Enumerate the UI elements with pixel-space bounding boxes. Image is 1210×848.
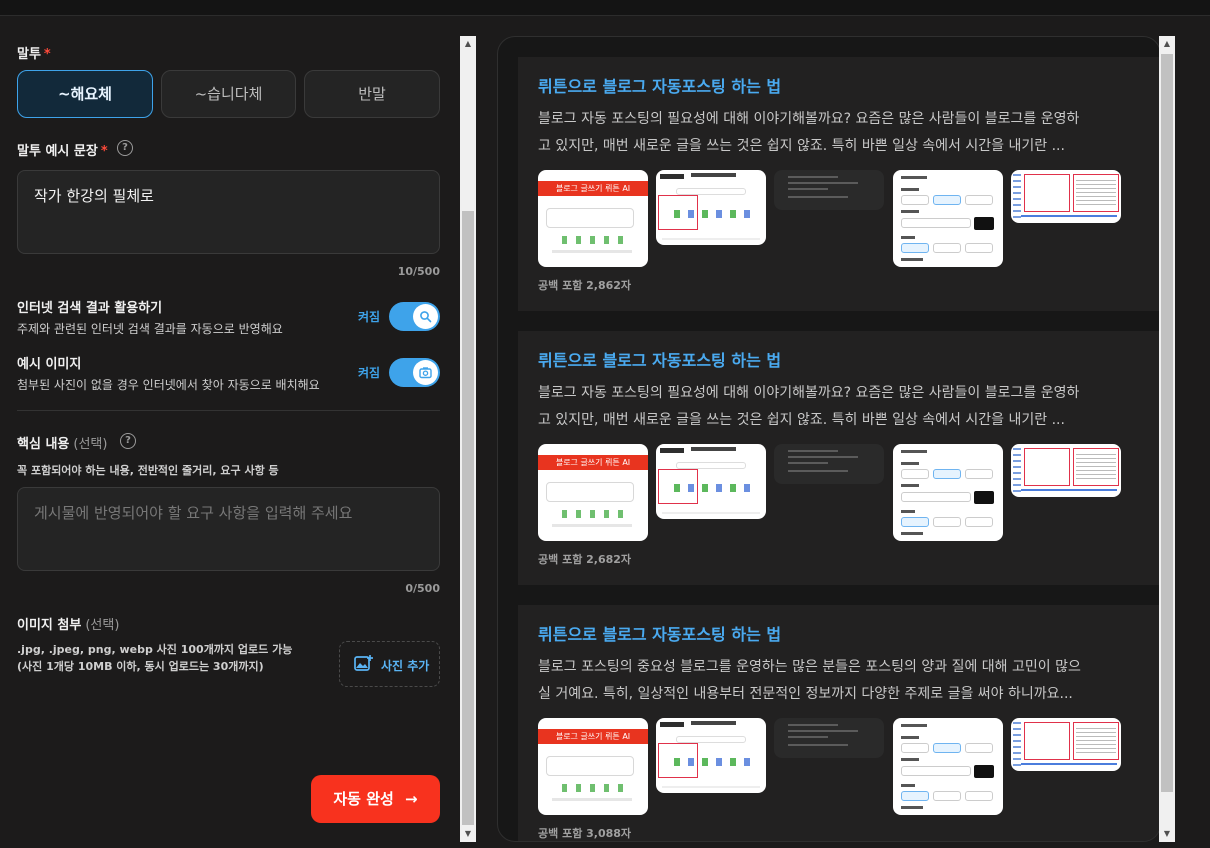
- results-panel: 뤼튼으로 블로그 자동포스팅 하는 법 블로그 자동 포스팅의 필요성에 대해 …: [497, 36, 1161, 842]
- result-desc-line1: 블로그 자동 포스팅의 필요성에 대해 이야기해볼까요? 요즘은 많은 사람들이…: [538, 385, 1080, 401]
- thumbnail-banner: 블로그 글쓰기 뤼튼 AI: [538, 181, 648, 196]
- result-thumbnail[interactable]: [1011, 718, 1121, 771]
- result-char-count: 공백 포함 2,862자: [538, 279, 632, 292]
- key-content-counter: 0/500: [405, 582, 440, 595]
- result-desc-line2: 고 있지만, 매번 새로운 글을 쓰는 것은 쉽지 않죠. 특히 바쁜 일상 속…: [538, 412, 1065, 428]
- result-thumbnail[interactable]: [1011, 444, 1121, 497]
- top-bar: [0, 0, 1210, 16]
- internet-search-toggle[interactable]: [389, 302, 440, 331]
- results-scrollbar[interactable]: ▲ ▼: [1159, 36, 1175, 842]
- key-content-hint: 꼭 포함되어야 하는 내용, 전반적인 줄거리, 요구 사항 등: [17, 464, 279, 477]
- result-char-count: 공백 포함 3,088자: [538, 827, 632, 840]
- tone-example-input[interactable]: 작가 한강의 필체로: [17, 170, 440, 254]
- result-thumbnail[interactable]: [893, 444, 1003, 541]
- result-thumbnail[interactable]: [774, 444, 884, 484]
- result-thumbnail[interactable]: [656, 170, 766, 245]
- result-card[interactable]: 뤼튼으로 블로그 자동포스팅 하는 법 블로그 포스팅의 중요성 블로그를 운영…: [518, 605, 1160, 841]
- search-icon: [420, 311, 432, 323]
- result-thumbnail[interactable]: [774, 718, 884, 758]
- image-plus-icon: [354, 655, 373, 671]
- result-title[interactable]: 뤼튼으로 블로그 자동포스팅 하는 법: [538, 621, 781, 645]
- scrollbar-thumb[interactable]: [462, 211, 474, 825]
- tone-label: 말투 *: [17, 47, 51, 62]
- key-content-input[interactable]: 게시물에 반영되어야 할 요구 사항을 입력해 주세요: [17, 487, 440, 571]
- image-attach-description: .jpg, .jpeg, png, webp 사진 100개까지 업로드 가능 …: [17, 641, 292, 675]
- result-thumbnail[interactable]: [774, 170, 884, 210]
- result-desc-line2: 실 거예요. 특히, 일상적인 내용부터 전문적인 정보까지 다양한 주제로 글…: [538, 686, 1073, 702]
- submit-label: 자동 완성: [333, 790, 394, 808]
- auto-complete-button[interactable]: 자동 완성 →: [311, 775, 440, 823]
- result-card[interactable]: 뤼튼으로 블로그 자동포스팅 하는 법 블로그 자동 포스팅의 필요성에 대해 …: [518, 57, 1160, 311]
- form-scrollbar[interactable]: ▲ ▼: [460, 36, 476, 842]
- thumbnail-banner: 블로그 글쓰기 뤼튼 AI: [538, 729, 648, 744]
- scroll-up-arrow-icon[interactable]: ▲: [460, 36, 476, 52]
- result-thumbnail[interactable]: [656, 444, 766, 519]
- thumbnail-banner: 블로그 글쓰기 뤼튼 AI: [538, 455, 648, 470]
- tone-option-banmal[interactable]: 반말: [304, 70, 440, 118]
- example-image-title: 예시 이미지: [17, 357, 82, 372]
- result-description: 블로그 자동 포스팅의 필요성에 대해 이야기해볼까요? 요즘은 많은 사람들이…: [538, 380, 1138, 434]
- result-card[interactable]: 뤼튼으로 블로그 자동포스팅 하는 법 블로그 자동 포스팅의 필요성에 대해 …: [518, 331, 1160, 585]
- toggle-knob: [413, 304, 438, 329]
- image-attach-desc-line1: .jpg, .jpeg, png, webp 사진 100개까지 업로드 가능: [17, 643, 293, 656]
- add-photo-label: 사진 추가: [381, 659, 430, 673]
- question-circle-icon[interactable]: ?: [120, 433, 136, 449]
- settings-form: 말투 * ~해요체 ~습니다체 반말 말투 예시 문장 * ? 작가 한강의 필체로…: [0, 16, 458, 848]
- result-desc-line1: 블로그 포스팅의 중요성 블로그를 운영하는 많은 분들은 포스팅의 양과 질에…: [538, 659, 1081, 675]
- result-title[interactable]: 뤼튼으로 블로그 자동포스팅 하는 법: [538, 73, 781, 97]
- result-thumbnail[interactable]: [1011, 170, 1121, 223]
- image-attach-desc-line2: (사진 1개당 10MB 이하, 동시 업로드는 30개까지): [17, 660, 264, 673]
- scroll-down-arrow-icon[interactable]: ▼: [1159, 826, 1175, 842]
- camera-icon: [419, 367, 432, 379]
- example-image-toggle[interactable]: [389, 358, 440, 387]
- scroll-down-arrow-icon[interactable]: ▼: [460, 826, 476, 842]
- result-thumbnail[interactable]: 블로그 글쓰기 뤼튼 AI: [538, 444, 648, 541]
- question-circle-icon[interactable]: ?: [117, 140, 133, 156]
- key-content-label: 핵심 내용 (선택): [17, 437, 108, 452]
- tone-example-counter: 10/500: [397, 265, 440, 278]
- example-image-description: 첨부된 사진이 없을 경우 인터넷에서 찾아 자동으로 배치해요: [17, 378, 320, 392]
- example-image-state: 켜짐: [358, 366, 381, 380]
- add-photo-button[interactable]: 사진 추가: [339, 641, 440, 687]
- image-attach-label: 이미지 첨부 (선택): [17, 618, 120, 633]
- result-description: 블로그 포스팅의 중요성 블로그를 운영하는 많은 분들은 포스팅의 양과 질에…: [538, 654, 1138, 708]
- result-thumbnail[interactable]: 블로그 글쓰기 뤼튼 AI: [538, 718, 648, 815]
- result-thumbnail[interactable]: 블로그 글쓰기 뤼튼 AI: [538, 170, 648, 267]
- scroll-up-arrow-icon[interactable]: ▲: [1159, 36, 1175, 52]
- internet-search-description: 주제와 관련된 인터넷 검색 결과를 자동으로 반영해요: [17, 322, 283, 336]
- internet-search-state: 켜짐: [358, 310, 381, 324]
- scrollbar-thumb[interactable]: [1161, 54, 1173, 792]
- tone-option-haeyo[interactable]: ~해요체: [17, 70, 153, 118]
- result-desc-line2: 고 있지만, 매번 새로운 글을 쓰는 것은 쉽지 않죠. 특히 바쁜 일상 속…: [538, 138, 1065, 154]
- result-title[interactable]: 뤼튼으로 블로그 자동포스팅 하는 법: [538, 347, 781, 371]
- internet-search-title: 인터넷 검색 결과 활용하기: [17, 301, 163, 316]
- arrow-right-icon: →: [405, 790, 418, 808]
- result-thumbnail[interactable]: [656, 718, 766, 793]
- tone-option-seumnida[interactable]: ~습니다체: [161, 70, 296, 118]
- result-description: 블로그 자동 포스팅의 필요성에 대해 이야기해볼까요? 요즘은 많은 사람들이…: [538, 106, 1138, 160]
- tone-example-label: 말투 예시 문장 *: [17, 144, 108, 159]
- toggle-knob: [413, 360, 438, 385]
- section-divider: [17, 410, 440, 411]
- result-desc-line1: 블로그 자동 포스팅의 필요성에 대해 이야기해볼까요? 요즘은 많은 사람들이…: [538, 111, 1080, 127]
- result-thumbnail[interactable]: [893, 170, 1003, 267]
- result-thumbnail[interactable]: [893, 718, 1003, 815]
- result-char-count: 공백 포함 2,682자: [538, 553, 632, 566]
